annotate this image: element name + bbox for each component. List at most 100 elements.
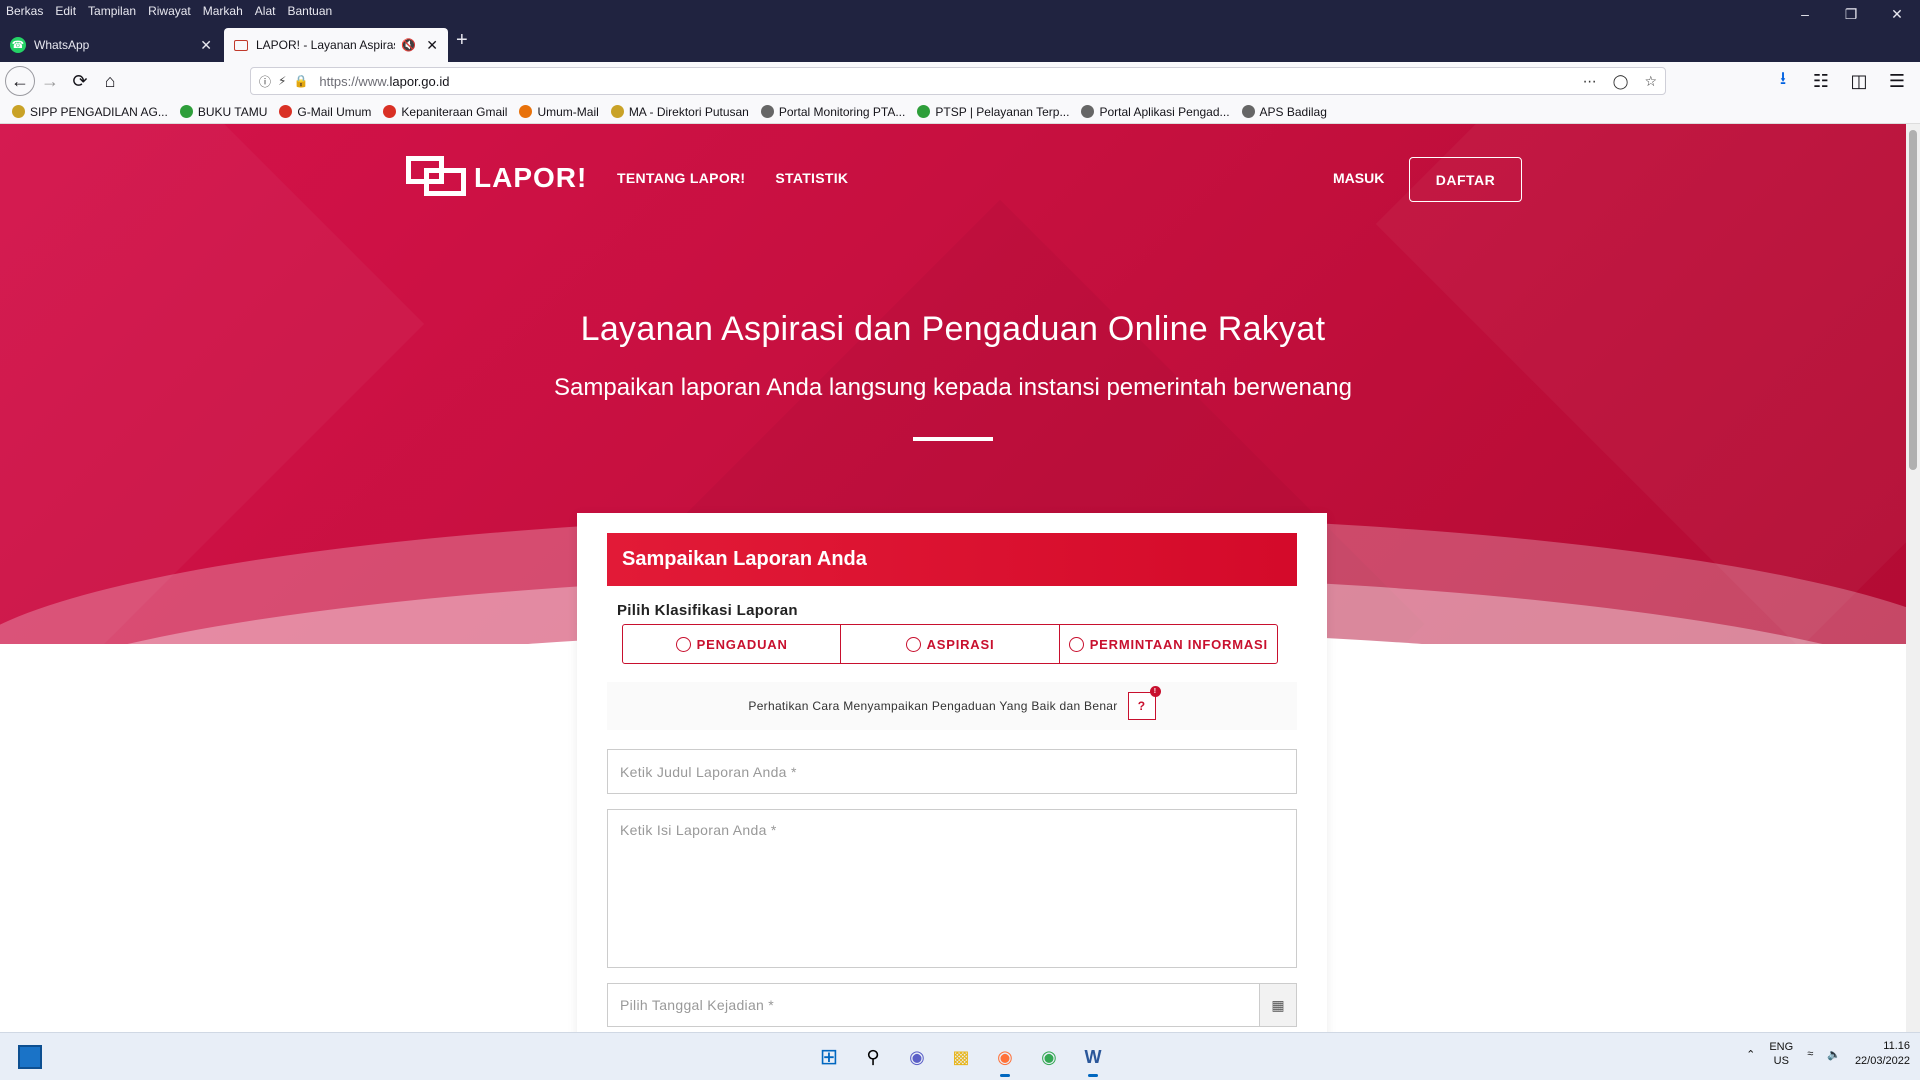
hamburger-menu-icon[interactable]: ☰ xyxy=(1884,66,1910,96)
chat-icon[interactable]: ◉ xyxy=(901,1041,933,1073)
bookmark-icon xyxy=(610,105,624,118)
close-icon[interactable]: ✕ xyxy=(426,37,438,54)
url-bar[interactable]: ⓘ ⚡ 🔒 https://www.lapor.go.id ⋯ ◯ ☆ xyxy=(250,67,1666,95)
menu-bar: Berkas Edit Tampilan Riwayat Markah Alat… xyxy=(0,0,1920,22)
chevron-up-icon[interactable]: ⌃ xyxy=(1746,1048,1755,1061)
help-button[interactable]: ? ! xyxy=(1127,686,1161,720)
incident-date-input[interactable] xyxy=(607,983,1261,1027)
menu-bantuan[interactable]: Bantuan xyxy=(281,4,338,18)
scrollbar-thumb[interactable] xyxy=(1909,130,1917,470)
lock-icon[interactable]: 🔒 xyxy=(293,74,308,88)
register-button[interactable]: DAFTAR xyxy=(1409,157,1522,202)
globe-icon xyxy=(1241,105,1255,118)
report-body-textarea[interactable] xyxy=(607,809,1297,968)
calendar-icon[interactable]: ▦ xyxy=(1259,983,1297,1027)
back-button[interactable]: ← xyxy=(5,66,35,96)
tab-lapor[interactable]: LAPOR! - Layanan Aspirasi d 🔇 ✕ xyxy=(224,28,448,62)
navigation-bar: ← → ⟳ ⌂ ⓘ ⚡ 🔒 https://www.lapor.go.id ⋯ … xyxy=(0,62,1920,100)
volume-icon[interactable]: 🔈 xyxy=(1827,1048,1841,1061)
bookmark-kepaniteraan-gmail[interactable]: Kepaniteraan Gmail xyxy=(383,105,507,119)
page-actions-icon[interactable]: ⋯ xyxy=(1583,73,1597,90)
globe-icon xyxy=(1081,105,1095,118)
menu-tampilan[interactable]: Tampilan xyxy=(82,4,142,18)
site-header: LAPOR! TENTANG LAPOR! STATISTIK MASUK DA… xyxy=(0,124,1906,224)
sidebar-icon[interactable]: ◫ xyxy=(1846,66,1872,96)
chrome-icon[interactable]: ◉ xyxy=(1033,1041,1065,1073)
taskbar: ⊞ ⚲ ◉ ▩ ◉ ◉ W ⌃ ENG US ≈ 🔈 11.16 22/03/2… xyxy=(0,1032,1920,1080)
download-icon[interactable]: ⭳ xyxy=(1770,66,1796,96)
chat-bubbles-icon xyxy=(406,154,468,202)
site-nav: TENTANG LAPOR! STATISTIK xyxy=(617,170,848,186)
report-form-card: Sampaikan Laporan Anda Pilih Klasifikasi… xyxy=(577,513,1327,1032)
tab-title: LAPOR! - Layanan Aspirasi d xyxy=(256,38,395,52)
radio-circle-icon xyxy=(675,636,691,652)
firefox-icon[interactable]: ◉ xyxy=(989,1041,1021,1077)
radio-circle-icon xyxy=(1068,636,1084,652)
windows-start-icon[interactable]: ⊞ xyxy=(813,1041,845,1073)
menu-alat[interactable]: Alat xyxy=(249,4,282,18)
form-header: Sampaikan Laporan Anda xyxy=(607,533,1297,586)
nav-statistik[interactable]: STATISTIK xyxy=(775,170,848,186)
hero-subtitle: Sampaikan laporan Anda langsung kepada i… xyxy=(554,374,1352,401)
report-title-input[interactable] xyxy=(607,749,1297,794)
bookmark-gmail-umum[interactable]: G-Mail Umum xyxy=(279,105,371,119)
bookmark-ma-direktori[interactable]: MA - Direktori Putusan xyxy=(610,105,749,119)
widgets-icon[interactable] xyxy=(18,1045,42,1069)
radio-pengaduan[interactable]: PENGADUAN xyxy=(623,625,842,663)
bookmark-star-icon[interactable]: ☆ xyxy=(1644,73,1657,90)
menu-berkas[interactable]: Berkas xyxy=(0,4,49,18)
menu-markah[interactable]: Markah xyxy=(197,4,249,18)
forward-button[interactable]: → xyxy=(35,66,65,96)
file-explorer-icon[interactable]: ▩ xyxy=(945,1041,977,1073)
menu-riwayat[interactable]: Riwayat xyxy=(142,4,197,18)
wifi-icon[interactable]: ≈ xyxy=(1807,1048,1813,1060)
search-icon[interactable]: ⚲ xyxy=(857,1041,889,1073)
mail-icon xyxy=(519,105,533,118)
radio-circle-icon xyxy=(905,636,921,652)
bookmark-umum-mail[interactable]: Umum-Mail xyxy=(519,105,599,119)
taskbar-apps: ⊞ ⚲ ◉ ▩ ◉ ◉ W xyxy=(813,1041,1109,1077)
close-icon[interactable]: ✕ xyxy=(200,37,212,54)
bookmark-buku-tamu[interactable]: BUKU TAMU xyxy=(179,105,267,119)
word-icon[interactable]: W xyxy=(1077,1041,1109,1077)
pocket-icon[interactable]: ◯ xyxy=(1613,73,1629,90)
notice-text: Perhatikan Cara Menyampaikan Pengaduan Y… xyxy=(748,699,1118,713)
bookmark-sipp[interactable]: SIPP PENGADILAN AG... xyxy=(12,105,168,119)
reload-button[interactable]: ⟳ xyxy=(65,66,95,96)
hero-divider xyxy=(913,437,993,441)
clock[interactable]: 11.16 22/03/2022 xyxy=(1855,1039,1910,1069)
radio-aspirasi[interactable]: ASPIRASI xyxy=(841,625,1060,663)
bookmark-icon xyxy=(12,105,25,118)
gmail-icon xyxy=(383,105,397,118)
page-scrollbar[interactable] xyxy=(1906,124,1920,1032)
tab-title: WhatsApp xyxy=(34,38,90,52)
tracking-protection-icon[interactable]: ⚡ xyxy=(278,74,286,88)
bookmark-ptsp[interactable]: PTSP | Pelayanan Terp... xyxy=(917,105,1069,119)
lapor-favicon-icon xyxy=(234,39,248,51)
info-icon[interactable]: ⓘ xyxy=(259,73,271,90)
bookmark-icon xyxy=(179,105,193,118)
mute-icon[interactable]: 🔇 xyxy=(401,38,416,52)
classification-label: Pilih Klasifikasi Laporan xyxy=(617,602,798,619)
notice-box: Perhatikan Cara Menyampaikan Pengaduan Y… xyxy=(607,682,1297,730)
bookmark-aps-badilag[interactable]: APS Badilag xyxy=(1241,105,1327,119)
bookmark-portal-monitoring[interactable]: Portal Monitoring PTA... xyxy=(760,105,905,119)
hero-title: Layanan Aspirasi dan Pengaduan Online Ra… xyxy=(580,310,1326,348)
lapor-logo[interactable]: LAPOR! xyxy=(406,154,587,202)
tab-whatsapp[interactable]: ☎ WhatsApp ✕ xyxy=(0,28,222,62)
radio-permintaan-informasi[interactable]: PERMINTAAN INFORMASI xyxy=(1060,625,1277,663)
menu-edit[interactable]: Edit xyxy=(49,4,82,18)
tab-bar: ☎ WhatsApp ✕ LAPOR! - Layanan Aspirasi d… xyxy=(0,22,1920,62)
home-button[interactable]: ⌂ xyxy=(95,66,125,96)
url-text[interactable]: https://www.lapor.go.id xyxy=(319,74,449,89)
library-icon[interactable]: ☷ xyxy=(1808,66,1834,96)
new-tab-button[interactable]: + xyxy=(456,30,468,50)
notification-badge: ! xyxy=(1149,686,1161,697)
system-tray: ⌃ ENG US ≈ 🔈 11.16 22/03/2022 xyxy=(1746,1039,1910,1069)
gmail-icon xyxy=(279,105,293,118)
login-link[interactable]: MASUK xyxy=(1333,170,1384,186)
nav-tentang-lapor[interactable]: TENTANG LAPOR! xyxy=(617,170,745,186)
bookmark-portal-aplikasi[interactable]: Portal Aplikasi Pengad... xyxy=(1081,105,1230,119)
language-indicator[interactable]: ENG US xyxy=(1769,1040,1793,1068)
whatsapp-icon: ☎ xyxy=(10,37,26,53)
